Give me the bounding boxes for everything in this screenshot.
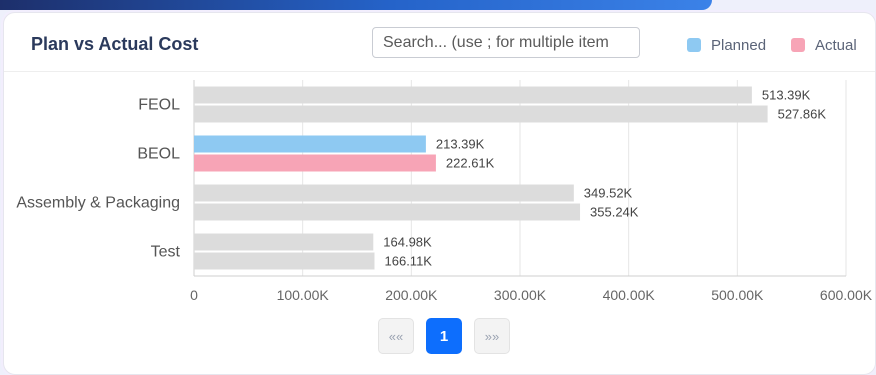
chart-card: Plan vs Actual Cost Planned Actual 0100.…: [3, 12, 876, 375]
bar-planned: [194, 184, 574, 202]
bar-planned: [194, 86, 752, 104]
category-label: Test: [151, 244, 181, 261]
data-label: 513.39K: [762, 88, 811, 103]
bar-actual: [194, 154, 436, 172]
data-label: 166.11K: [385, 254, 433, 269]
data-label: 527.86K: [778, 107, 827, 122]
bar-planned: [194, 135, 426, 153]
bar-actual: [194, 252, 375, 270]
bar-actual: [194, 203, 581, 221]
category-label: BEOL: [137, 146, 180, 163]
pagination-first-button[interactable]: ««: [378, 318, 414, 354]
x-tick-label: 200.00K: [385, 287, 438, 303]
x-tick-label: 300.00K: [494, 287, 547, 303]
data-label: 222.61K: [446, 156, 495, 171]
x-tick-label: 400.00K: [603, 287, 656, 303]
data-label: 355.24K: [590, 205, 639, 220]
category-label: FEOL: [138, 97, 180, 114]
pagination-page-button[interactable]: 1: [426, 318, 462, 354]
x-tick-label: 0: [190, 287, 198, 303]
data-label: 349.52K: [584, 186, 633, 201]
top-accent-bar: [0, 0, 712, 10]
category-label: Assembly & Packaging: [16, 195, 180, 212]
bar-actual: [194, 105, 768, 123]
data-label: 213.39K: [436, 137, 485, 152]
x-tick-label: 100.00K: [277, 287, 330, 303]
data-label: 164.98K: [383, 235, 432, 250]
bar-chart-plot: 0 100.00K 200.00K 300.00K 400.00K 500.00K 600.…: [16, 80, 873, 303]
x-tick-label: 600.00K: [820, 287, 873, 303]
x-tick-label: 500.00K: [711, 287, 764, 303]
bar-planned: [194, 233, 374, 251]
pagination-last-button[interactable]: »»: [474, 318, 510, 354]
